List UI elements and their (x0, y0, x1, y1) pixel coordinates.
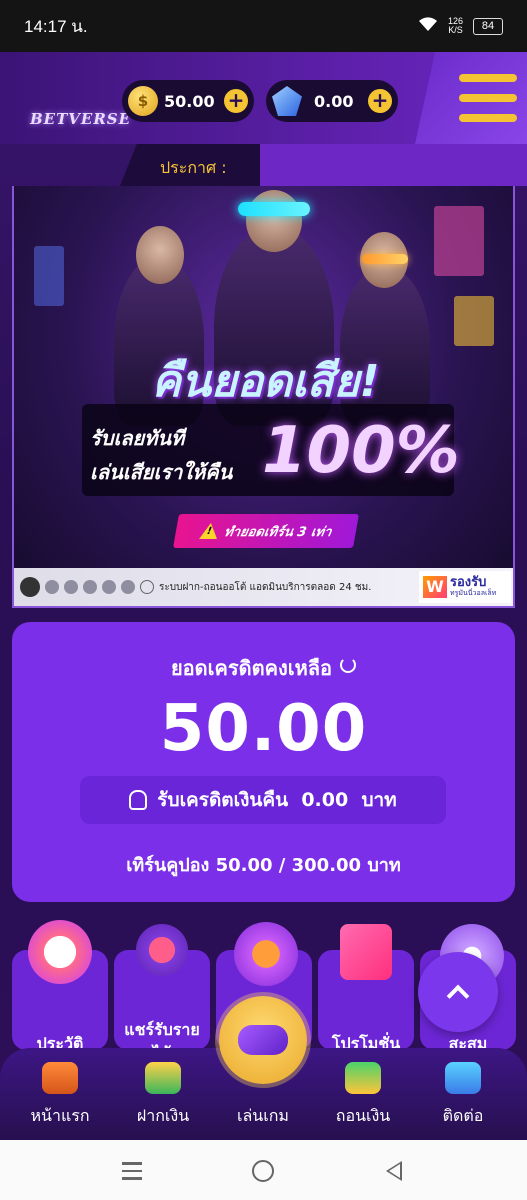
nav-deposit-label: ฝากเงิน (136, 1106, 190, 1125)
tile-history[interactable]: ประวัติ (12, 920, 108, 1053)
lock-icon (129, 790, 148, 810)
announcement-marquee (260, 144, 527, 186)
withdraw-icon (345, 1062, 381, 1094)
character-left-head (136, 226, 184, 284)
play-game-button[interactable] (219, 996, 307, 1084)
scroll-to-top-button[interactable] (418, 952, 498, 1032)
gem-balance-pill[interactable]: 0.00 + (266, 80, 398, 122)
gamepad-icon (238, 1025, 288, 1055)
status-bar: 14:17 น. 126 K/S 84 (0, 0, 527, 52)
truemoney-logo: W (423, 576, 447, 598)
menu-line (459, 74, 517, 82)
announcement-label: ประกาศ : (160, 158, 227, 177)
credit-card: ยอดเครดิตคงเหลือ 50.00 รับเครดิตเงินคืน … (12, 622, 515, 902)
cashback-label: รับเครดิตเงินคืน 0.00 บาท (157, 789, 397, 811)
turnover-text: เทิร์นคูปอง 50.00 / 300.00 บาท (126, 855, 401, 876)
add-gem-button[interactable]: + (368, 89, 392, 113)
android-nav-bar (0, 1140, 527, 1200)
credit-balance: 50.00 (159, 692, 368, 766)
credit-title: ยอดเครดิตคงเหลือ (12, 652, 515, 684)
neon-sign (34, 246, 64, 306)
warning-icon: ! (199, 523, 220, 539)
coin-icon: $ (128, 86, 158, 116)
chevron-up-icon (446, 984, 470, 1008)
bank-icon (83, 580, 97, 594)
badge-sublabel: ทรูมันนี่วอลเล็ท (450, 589, 497, 597)
promo-banner[interactable]: คืนยอดเสีย! รับเลยทันที เล่นเสียเราให้คื… (12, 186, 515, 608)
banner-warning-text: ทำยอดเทิร์น 3 เท่า (222, 524, 333, 540)
neon-sign (454, 296, 494, 346)
menu-line (459, 114, 517, 122)
home-icon (42, 1062, 78, 1094)
bank-icon (121, 580, 135, 594)
network-speed: 126 K/S (447, 16, 463, 35)
hamburger-menu-button[interactable] (415, 52, 527, 144)
character-visor (238, 202, 310, 216)
contact-icon (445, 1062, 481, 1094)
nav-deposit[interactable]: ฝากเงิน (113, 1062, 213, 1129)
coin-balance-pill[interactable]: $ 50.00 + (122, 80, 254, 122)
banner-line-2: เล่นเสียเราให้คืน (90, 460, 233, 484)
deposit-icon (145, 1062, 181, 1094)
tile-share-income[interactable]: แชร์รับรายได้ (114, 924, 210, 1063)
nav-home[interactable]: หน้าแรก (10, 1062, 110, 1129)
nav-home-label: หน้าแรก (30, 1106, 90, 1125)
gem-balance: 0.00 (314, 91, 354, 111)
logo[interactable]: BETVERSE (30, 110, 131, 128)
nav-play-label: เล่นเกม (237, 1106, 289, 1125)
gem-icon (272, 86, 302, 116)
character-visor (362, 254, 408, 264)
status-time: 14:17 น. (24, 16, 88, 36)
clock-icon (28, 920, 92, 984)
coin-balance: 50.00 (164, 91, 215, 111)
bank-icon (45, 580, 59, 594)
recent-apps-button[interactable] (122, 1162, 142, 1185)
bell-icon (140, 580, 154, 594)
announcement-bar: ประกาศ : (0, 144, 527, 186)
gift-icon (340, 924, 392, 980)
menu-line (459, 94, 517, 102)
refresh-icon[interactable] (340, 657, 357, 673)
cashback-button[interactable]: รับเครดิตเงินคืน 0.00 บาท (80, 776, 446, 824)
add-coin-button[interactable]: + (224, 89, 248, 113)
badge-label: รองรับ (450, 575, 487, 590)
battery-icon: 84 (473, 17, 503, 35)
nav-withdraw[interactable]: ถอนเงิน (313, 1062, 413, 1129)
banner-line-1: รับเลยทันที (90, 426, 185, 450)
neon-sign (434, 206, 484, 276)
coin-cycle-icon (234, 922, 298, 986)
back-button[interactable] (386, 1161, 402, 1181)
home-button[interactable] (252, 1160, 274, 1182)
nav-contact[interactable]: ติดต่อ (413, 1062, 513, 1129)
banner-footer-text: ระบบฝาก-ถอนออโต้ แอดมินบริการตลอด 24 ชม. (159, 581, 372, 593)
site-badge-icon (20, 577, 40, 597)
character-center-head (246, 190, 302, 252)
bank-icon (64, 580, 78, 594)
share-network-icon (136, 924, 188, 976)
banner-percent: 100% (262, 414, 460, 488)
tile-promotion[interactable]: โปรโมชั่น (318, 924, 414, 1053)
bank-icon (102, 580, 116, 594)
banner-warning: ! ทำยอดเทิร์น 3 เท่า (173, 514, 359, 548)
banner-footer: ระบบฝาก-ถอนออโต้ แอดมินบริการตลอด 24 ชม.… (14, 568, 513, 606)
app-header: BETVERSE $ 50.00 + 0.00 + (0, 52, 527, 144)
nav-contact-label: ติดต่อ (442, 1106, 484, 1125)
nav-withdraw-label: ถอนเงิน (335, 1106, 391, 1125)
wifi-icon (418, 16, 438, 36)
status-icons: 126 K/S 84 (418, 16, 503, 36)
truemoney-badge: W รองรับ ทรูมันนี่วอลเล็ท (419, 571, 511, 603)
